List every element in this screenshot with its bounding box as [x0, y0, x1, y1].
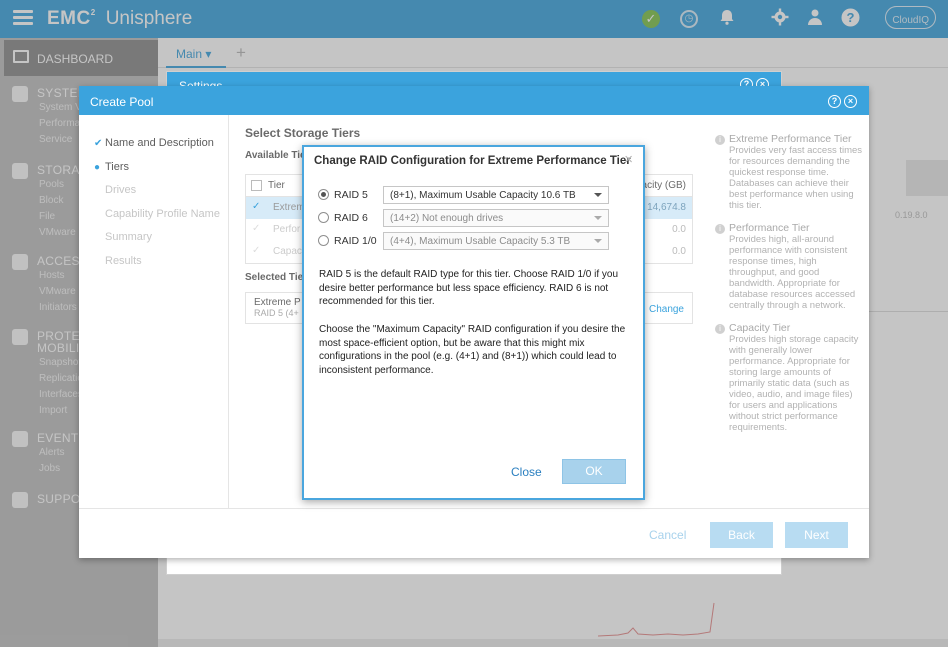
check-icon: ✓ [252, 245, 261, 256]
chevron-down-icon [594, 193, 602, 197]
raid6-radio[interactable] [318, 212, 329, 223]
available-tiers-label: Available Tie [245, 150, 306, 161]
check-icon: ✓ [252, 223, 261, 234]
chevron-down-icon [594, 216, 602, 220]
raid-option-raid5: RAID 5 (8+1), Maximum Usable Capacity 10… [318, 186, 638, 204]
raid-option-raid6: RAID 6 (14+2) Not enough drives [318, 209, 638, 227]
raid6-label: RAID 6 [334, 212, 368, 224]
dialog-title: Create Pool [90, 95, 154, 109]
raid5-label: RAID 5 [334, 189, 368, 201]
raid-option-raid10: RAID 1/0 (4+4), Maximum Usable Capacity … [318, 232, 638, 250]
check-icon: ✓ [252, 201, 261, 212]
cancel-button[interactable]: Cancel [649, 528, 686, 542]
wizard-step-tiers[interactable]: ● Tiers [79, 156, 228, 180]
raid-description-1: RAID 5 is the default RAID type for this… [319, 269, 619, 307]
info-icon: i [715, 324, 725, 334]
selected-tiers-label: Selected Tie [245, 272, 304, 283]
raid5-config-select[interactable]: (8+1), Maximum Usable Capacity 10.6 TB [383, 186, 609, 204]
wizard-step-results: Results [105, 254, 142, 267]
change-raid-dialog: Change RAID Configuration for Extreme Pe… [302, 145, 645, 500]
back-button[interactable]: Back [710, 522, 773, 548]
column-header-tier: Tier [268, 180, 285, 191]
select-all-checkbox[interactable] [251, 180, 262, 191]
info-icon: i [715, 135, 725, 145]
check-icon: ✔ [94, 138, 103, 149]
ok-button[interactable]: OK [562, 459, 626, 484]
raid10-radio[interactable] [318, 235, 329, 246]
column-header-capacity: acity (GB) [641, 180, 686, 191]
create-pool-header: Create Pool ? × [79, 86, 869, 115]
bullet-icon: ● [94, 161, 101, 173]
close-icon[interactable]: × [624, 151, 633, 168]
raid10-label: RAID 1/0 [334, 235, 377, 247]
section-title: Select Storage Tiers [245, 126, 361, 140]
tier-info-panel: i Extreme Performance Tier Provides very… [715, 134, 865, 445]
wizard-step-summary: Summary [105, 231, 153, 243]
next-button[interactable]: Next [785, 522, 848, 548]
tier-info-performance: i Performance Tier Provides high, all-ar… [715, 223, 865, 311]
tiers-content: Select Storage Tiers Available Tie Tier … [245, 126, 693, 324]
raid-description-2: Choose the "Maximum Capacity" RAID confi… [319, 324, 626, 376]
wizard-step-name-description[interactable]: ✔ Name and Description [79, 132, 228, 156]
raid6-config-select[interactable]: (14+2) Not enough drives [383, 209, 609, 227]
raid10-config-select[interactable]: (4+4), Maximum Usable Capacity 5.3 TB [383, 232, 609, 250]
tier-info-extreme: i Extreme Performance Tier Provides very… [715, 134, 865, 211]
info-icon: i [715, 224, 725, 234]
help-icon[interactable]: ? [828, 95, 841, 108]
change-raid-link[interactable]: Change [649, 304, 684, 315]
chevron-down-icon [594, 239, 602, 243]
dialog-title: Change RAID Configuration for Extreme Pe… [314, 155, 631, 167]
close-icon[interactable]: × [844, 95, 857, 108]
wizard-step-capability-profile: Capability Profile Name [105, 207, 220, 220]
wizard-footer: Cancel Back Next [79, 508, 869, 558]
wizard-step-drives: Drives [105, 184, 137, 196]
tier-info-capacity: i Capacity Tier Provides high storage ca… [715, 323, 865, 433]
close-button[interactable]: Close [511, 465, 542, 479]
raid5-radio[interactable] [318, 189, 329, 200]
wizard-steps: ✔ Name and Description ● Tiers Drives Capa… [79, 115, 229, 508]
